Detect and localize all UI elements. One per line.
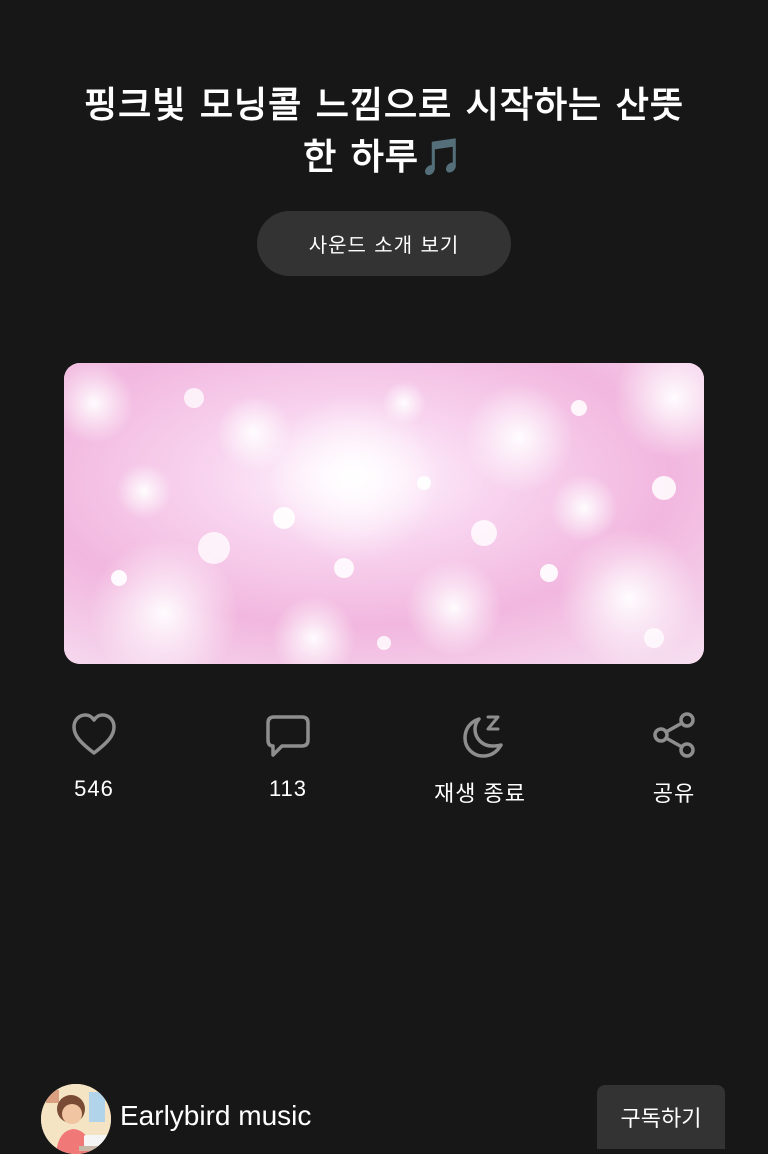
comment-count: 113 [268,776,308,801]
comment-icon [266,715,310,757]
share-button[interactable]: 공유 [614,705,734,806]
like-button[interactable]: 546 [34,705,154,805]
page-title: 핑크빛 모닝콜 느낌으로 시작하는 산뜻 한 하루🎵 [60,80,708,184]
share-label: 공유 [652,781,696,806]
subscribe-button[interactable]: 구독하기 [597,1085,725,1149]
pink-bokeh-image [64,363,704,664]
title-line-1: 핑크빛 모닝콜 느낌으로 시작하는 산뜻 [83,85,685,126]
cartoon-person-avatar-icon [41,1084,111,1154]
sleep-timer-label: 재생 종료 [433,781,527,806]
action-bar: 546 113 재생 종료 공유 [0,705,768,815]
title-line-2: 한 하루 [303,137,420,178]
comment-button[interactable]: 113 [228,705,348,805]
sound-introduction-button[interactable]: 사운드 소개 보기 [257,211,511,276]
like-count: 546 [74,776,114,801]
sound-introduction-label: 사운드 소개 보기 [308,233,460,257]
heart-icon [72,713,116,755]
music-note-emoji: 🎵 [419,137,465,178]
moon-sleep-icon [463,715,503,758]
sleep-timer-button[interactable]: 재생 종료 [420,705,540,806]
channel-name[interactable]: Earlybird music [120,1100,311,1132]
share-icon [653,712,695,758]
channel-avatar[interactable] [41,1084,111,1154]
subscribe-label: 구독하기 [620,1107,702,1132]
